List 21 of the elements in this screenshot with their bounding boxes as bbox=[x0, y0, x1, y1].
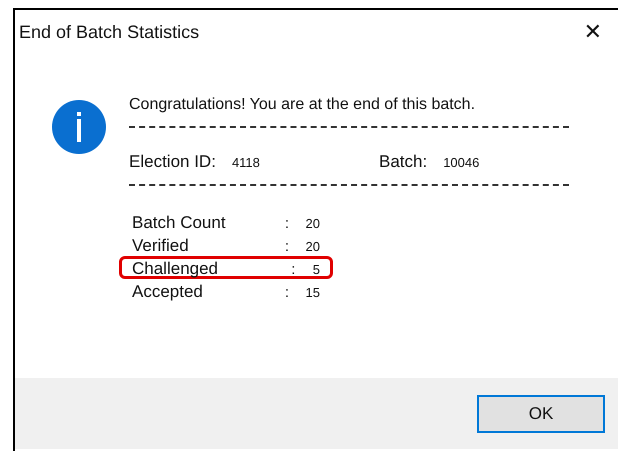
stat-label: Challenged bbox=[132, 259, 220, 279]
stat-value: 15 bbox=[306, 285, 320, 300]
stat-value: 20 bbox=[306, 216, 320, 231]
ok-button[interactable]: OK bbox=[477, 394, 605, 432]
stat-value: 20 bbox=[306, 239, 320, 254]
colon-separator: : bbox=[284, 215, 290, 232]
field-value: 10046 bbox=[443, 155, 480, 170]
field-label: Batch: bbox=[379, 152, 428, 172]
stat-value: 5 bbox=[312, 262, 320, 277]
stat-label: Batch Count bbox=[132, 213, 227, 233]
window-title: End of Batch Statistics bbox=[19, 22, 200, 42]
stat-label: Accepted bbox=[132, 282, 204, 302]
colon-separator: : bbox=[291, 261, 296, 278]
info-icon bbox=[51, 99, 107, 155]
colon-separator: : bbox=[284, 284, 290, 301]
message-text: Congratulations! You are at the end of this batch. bbox=[129, 96, 476, 114]
colon-separator: : bbox=[284, 238, 290, 255]
field-value: 4118 bbox=[232, 155, 260, 170]
field-label: Election ID: bbox=[129, 152, 216, 172]
close-button[interactable]: ✕ bbox=[578, 20, 608, 44]
stat-label: Verified bbox=[132, 236, 190, 256]
